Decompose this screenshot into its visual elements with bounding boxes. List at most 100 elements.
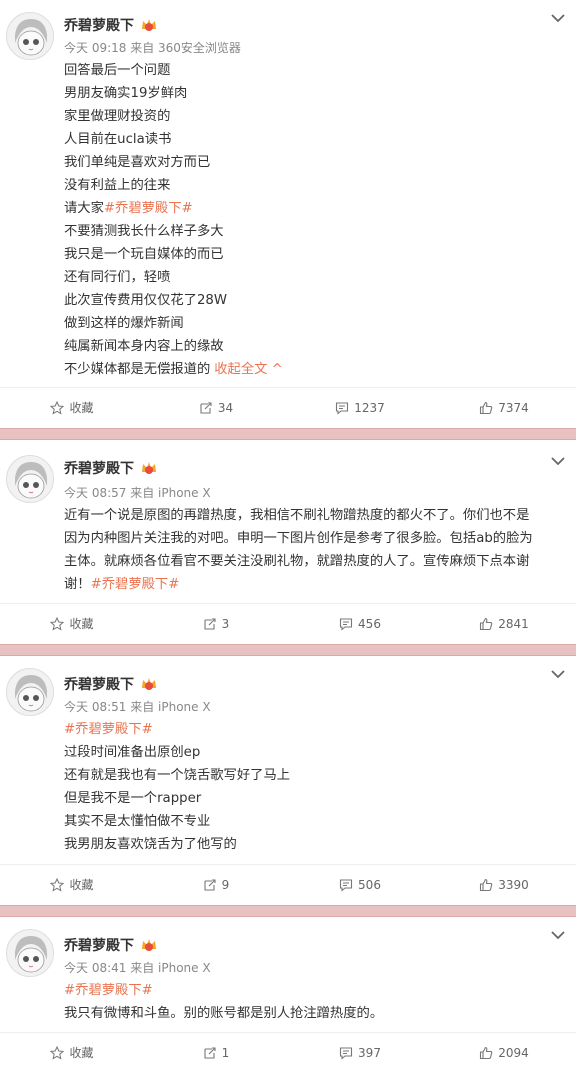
comment-count: 456: [358, 616, 381, 631]
repost-count: 1: [221, 1045, 230, 1060]
repost-icon: [204, 878, 216, 891]
chevron-down-icon[interactable]: [550, 929, 566, 941]
post-line: 但是我不是一个rapper: [64, 791, 202, 806]
post-line: 我们单纯是喜欢对方而已: [64, 155, 211, 170]
favorite-button[interactable]: 收藏: [0, 604, 144, 643]
comment-button[interactable]: 1237: [288, 388, 432, 427]
post-line: 纯属新闻本身内容上的缘故: [64, 339, 224, 354]
comment-button[interactable]: 397: [288, 1033, 432, 1072]
action-bar: 收藏 3 456 2841: [0, 603, 576, 643]
avatar[interactable]: [6, 12, 54, 60]
topic-tag-link[interactable]: #乔碧萝殿下#: [64, 983, 153, 998]
post-line: #乔碧萝殿下#: [64, 718, 562, 741]
favorite-label: 收藏: [69, 878, 94, 892]
chevron-down-icon[interactable]: [550, 668, 566, 680]
collapse-button[interactable]: 收起全文 ^: [214, 362, 283, 377]
post-line: 回答最后一个问题: [64, 63, 171, 78]
post-line: 还有同行们，轻喷: [64, 270, 171, 285]
topic-tag-link[interactable]: #乔碧萝殿下#: [64, 722, 153, 737]
post-line: #乔碧萝殿下#: [64, 979, 562, 1002]
repost-count: 34: [217, 400, 234, 415]
comment-button[interactable]: 506: [288, 865, 432, 904]
topic-tag-link[interactable]: #乔碧萝殿下#: [104, 201, 193, 216]
comment-button[interactable]: 456: [288, 604, 432, 643]
thumbs-up-icon: [480, 1046, 493, 1059]
author-name[interactable]: 乔碧萝殿下: [64, 458, 134, 478]
like-count: 2094: [498, 1045, 529, 1060]
repost-button[interactable]: 3: [144, 604, 288, 643]
post-card: 乔碧萝殿下 今天 08:41 来自 iPhone X #乔碧萝殿下# 我只有微博…: [0, 917, 576, 1072]
avatar[interactable]: [6, 455, 54, 503]
post-card: 乔碧萝殿下 今天 08:51 来自 iPhone X #乔碧萝殿下# 过段时间准…: [0, 656, 576, 905]
post-line: 不少媒体都是无偿报道的 收起全文 ^: [64, 358, 562, 381]
author-name[interactable]: 乔碧萝殿下: [64, 674, 134, 694]
thumbs-up-icon: [480, 617, 493, 630]
like-count: 3390: [498, 877, 529, 892]
chevron-down-icon[interactable]: [550, 12, 566, 24]
post-line: 谢！#乔碧萝殿下#: [64, 573, 562, 596]
author-name[interactable]: 乔碧萝殿下: [64, 15, 134, 35]
like-count: 2841: [498, 616, 529, 631]
favorite-label: 收藏: [69, 401, 94, 415]
post-text: 回答最后一个问题 男朋友确实19岁鲜肉 家里做理财投资的 人目前在ucla读书 …: [64, 59, 562, 381]
comment-icon: [339, 617, 353, 631]
chevron-down-icon[interactable]: [550, 455, 566, 467]
like-count: 7374: [498, 400, 529, 415]
action-bar: 收藏 9 506 3390: [0, 864, 576, 904]
post-line: 男朋友确实19岁鲜肉: [64, 86, 188, 101]
post-text: #乔碧萝殿下# 过段时间准备出原创ep 还有就是我也有一个饶舌歌写好了马上 但是…: [64, 718, 562, 856]
post-line: 此次宣传费用仅仅花了28W: [64, 293, 228, 308]
post-line: 还有就是我也有一个饶舌歌写好了马上: [64, 768, 291, 783]
post-line: 我只有微博和斗鱼。别的账号都是别人抢注蹭热度的。: [64, 1006, 384, 1021]
repost-icon: [200, 401, 212, 414]
avatar[interactable]: [6, 929, 54, 977]
card-separator: [0, 428, 576, 440]
post-line: 过段时间准备出原创ep: [64, 745, 201, 760]
vip-crown-icon: [142, 19, 156, 31]
card-separator: [0, 644, 576, 656]
post-text: #乔碧萝殿下# 我只有微博和斗鱼。别的账号都是别人抢注蹭热度的。: [64, 979, 562, 1025]
star-icon: [50, 400, 65, 415]
avatar[interactable]: [6, 668, 54, 716]
author-name[interactable]: 乔碧萝殿下: [64, 935, 134, 955]
thumbs-up-icon: [480, 401, 493, 414]
favorite-label: 收藏: [69, 1046, 94, 1060]
star-icon: [50, 877, 65, 892]
favorite-button[interactable]: 收藏: [0, 388, 144, 427]
post-line: 人目前在ucla读书: [64, 132, 172, 147]
post-meta: 今天 08:57 来自 iPhone X: [64, 486, 211, 500]
post-meta: 今天 08:41 来自 iPhone X: [64, 961, 211, 975]
like-button[interactable]: 2841: [432, 604, 576, 643]
like-button[interactable]: 3390: [432, 865, 576, 904]
favorite-label: 收藏: [69, 617, 94, 631]
favorite-button[interactable]: 收藏: [0, 1033, 144, 1072]
vip-crown-icon: [142, 462, 156, 474]
repost-button[interactable]: 34: [144, 388, 288, 427]
star-icon: [50, 616, 65, 631]
post-line: 近有一个说是原图的再蹭热度，我相信不刷礼物蹭热度的都火不了。你们也不是: [64, 508, 530, 523]
post-line-text: 谢！: [64, 577, 91, 592]
comment-icon: [339, 1046, 353, 1060]
post-line: 不要猜测我长什么样子多大: [64, 224, 224, 239]
repost-button[interactable]: 9: [144, 865, 288, 904]
post-meta: 今天 09:18 来自 360安全浏览器: [64, 41, 241, 55]
post-line: 其实不是太懂怕做不专业: [64, 814, 211, 829]
post-line: 主体。就麻烦各位看官不要关注没刷礼物，就蹭热度的人了。宣传麻烦下点本谢: [64, 554, 530, 569]
repost-count: 9: [221, 877, 230, 892]
favorite-button[interactable]: 收藏: [0, 865, 144, 904]
like-button[interactable]: 7374: [432, 388, 576, 427]
post-line: 做到这样的爆炸新闻: [64, 316, 184, 331]
post-text: 近有一个说是原图的再蹭热度，我相信不刷礼物蹭热度的都火不了。你们也不是 因为内种…: [64, 504, 562, 596]
post-line: 没有利益上的往来: [64, 178, 171, 193]
comment-icon: [339, 878, 353, 892]
repost-button[interactable]: 1: [144, 1033, 288, 1072]
post-card: 乔碧萝殿下 今天 09:18 来自 360安全浏览器 回答最后一个问题 男朋友确…: [0, 0, 576, 428]
post-line: 请大家#乔碧萝殿下#: [64, 197, 562, 220]
post-line-text: 不少媒体都是无偿报道的: [64, 362, 211, 377]
post-line: 我只是一个玩自媒体的而已: [64, 247, 224, 262]
like-button[interactable]: 2094: [432, 1033, 576, 1072]
post-line: 因为内种图片关注我的对吧。申明一下图片创作是参考了很多脸。包括ab的脸为: [64, 531, 533, 546]
topic-tag-link[interactable]: #乔碧萝殿下#: [91, 577, 180, 592]
post-card: 乔碧萝殿下 今天 08:57 来自 iPhone X 近有一个说是原图的再蹭热度…: [0, 440, 576, 644]
post-line: 家里做理财投资的: [64, 109, 171, 124]
